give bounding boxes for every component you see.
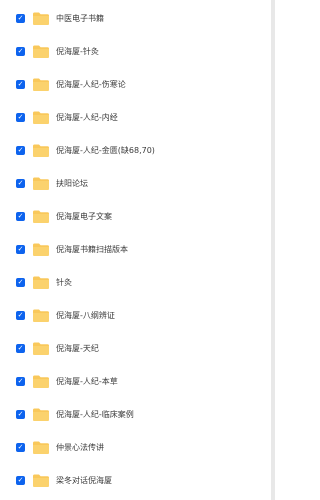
file-name: 倪海厦-人纪-金匮(缺68,70) [56, 145, 155, 155]
file-browser: ✓ 中医电子书籍 ✓ 倪海厦-针灸 ✓ 倪海厦-人纪-伤寒论 ✓ 倪海厦-人纪-… [0, 0, 275, 500]
folder-icon [32, 176, 50, 191]
list-item[interactable]: ✓ 倪海厦-针灸 [0, 35, 268, 68]
file-name: 仲景心法传讲 [56, 442, 104, 452]
file-name: 梁冬对话倪海厦 [56, 475, 112, 485]
file-list: ✓ 中医电子书籍 ✓ 倪海厦-针灸 ✓ 倪海厦-人纪-伤寒论 ✓ 倪海厦-人纪-… [0, 0, 275, 500]
checkbox-checked[interactable]: ✓ [16, 113, 25, 122]
file-name: 倪海厦-人纪-临床案例 [56, 409, 134, 419]
file-name: 针灸 [56, 277, 72, 287]
folder-icon [32, 473, 50, 488]
list-item[interactable]: ✓ 倪海厦-人纪-伤寒论 [0, 68, 268, 101]
checkbox-checked[interactable]: ✓ [16, 47, 25, 56]
file-name: 倪海厦-天纪 [56, 343, 99, 353]
checkbox-checked[interactable]: ✓ [16, 377, 25, 386]
folder-icon [32, 11, 50, 26]
folder-icon [32, 110, 50, 125]
folder-icon [32, 440, 50, 455]
checkbox-checked[interactable]: ✓ [16, 344, 25, 353]
folder-icon [32, 374, 50, 389]
checkbox-checked[interactable]: ✓ [16, 212, 25, 221]
checkbox-checked[interactable]: ✓ [16, 179, 25, 188]
list-item[interactable]: ✓ 针灸 [0, 266, 268, 299]
checkbox-checked[interactable]: ✓ [16, 146, 25, 155]
file-name: 倪海厦-针灸 [56, 46, 99, 56]
list-item[interactable]: ✓ 倪海厦-天纪 [0, 332, 268, 365]
folder-icon [32, 341, 50, 356]
file-name: 中医电子书籍 [56, 13, 104, 23]
folder-icon [32, 209, 50, 224]
checkbox-checked[interactable]: ✓ [16, 278, 25, 287]
list-item[interactable]: ✓ 倪海厦-人纪-内经 [0, 101, 268, 134]
checkbox-checked[interactable]: ✓ [16, 245, 25, 254]
list-item[interactable]: ✓ 倪海厦-人纪-本草 [0, 365, 268, 398]
file-name: 倪海厦-人纪-伤寒论 [56, 79, 126, 89]
file-name: 倪海厦书籍扫描版本 [56, 244, 128, 254]
file-name: 倪海厦-八纲辨证 [56, 310, 115, 320]
list-item[interactable]: ✓ 倪海厦-人纪-临床案例 [0, 398, 268, 431]
folder-icon [32, 143, 50, 158]
checkbox-checked[interactable]: ✓ [16, 14, 25, 23]
list-item[interactable]: ✓ 仲景心法传讲 [0, 431, 268, 464]
folder-icon [32, 242, 50, 257]
folder-icon [32, 77, 50, 92]
folder-icon [32, 275, 50, 290]
folder-icon [32, 44, 50, 59]
folder-icon [32, 407, 50, 422]
list-item[interactable]: ✓ 倪海厦书籍扫描版本 [0, 233, 268, 266]
checkbox-checked[interactable]: ✓ [16, 410, 25, 419]
list-item[interactable]: ✓ 倪海厦-人纪-金匮(缺68,70) [0, 134, 268, 167]
file-name: 倪海厦-人纪-本草 [56, 376, 118, 386]
file-name: 倪海厦-人纪-内经 [56, 112, 118, 122]
list-item[interactable]: ✓ 梁冬对话倪海厦 [0, 464, 268, 497]
scrollbar-thumb[interactable] [271, 0, 275, 500]
file-name: 扶阳论坛 [56, 178, 88, 188]
scrollbar-track[interactable] [271, 0, 275, 500]
checkbox-checked[interactable]: ✓ [16, 80, 25, 89]
checkbox-checked[interactable]: ✓ [16, 476, 25, 485]
file-name: 倪海厦电子文案 [56, 211, 112, 221]
list-item[interactable]: ✓ 扶阳论坛 [0, 167, 268, 200]
list-item[interactable]: ✓ 中医电子书籍 [0, 2, 268, 35]
list-item[interactable]: ✓ 倪海厦-八纲辨证 [0, 299, 268, 332]
checkbox-checked[interactable]: ✓ [16, 443, 25, 452]
checkbox-checked[interactable]: ✓ [16, 311, 25, 320]
list-item[interactable]: ✓ 倪海厦电子文案 [0, 200, 268, 233]
folder-icon [32, 308, 50, 323]
